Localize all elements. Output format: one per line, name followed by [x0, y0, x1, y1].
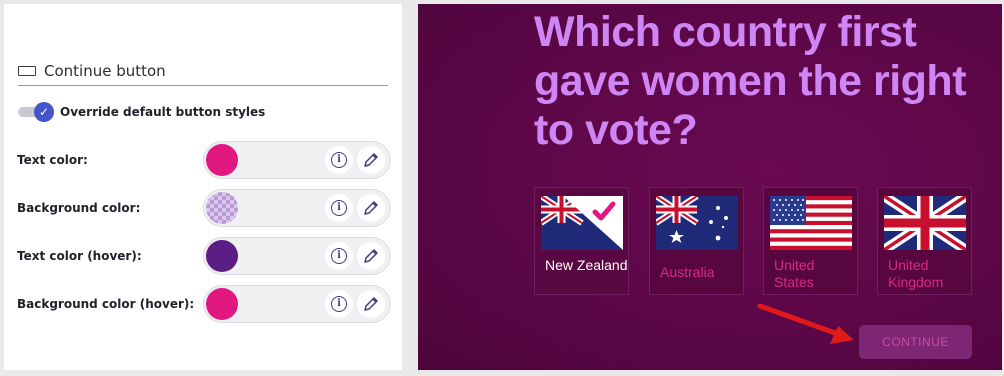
quiz-preview: Which country first gave women the right… [418, 4, 1002, 370]
background-color-hover-edit-button[interactable] [357, 290, 385, 318]
background-color-picker: i [203, 189, 391, 227]
united-kingdom-flag [884, 196, 966, 250]
app-root: Continue button ✓ Override default butto… [0, 0, 1004, 376]
text-color-hover-picker: i [203, 237, 391, 275]
info-icon: i [331, 200, 347, 216]
text-color-info-button[interactable]: i [325, 146, 353, 174]
text-color-hover-edit-button[interactable] [357, 242, 385, 270]
override-toggle[interactable]: ✓ [18, 102, 54, 122]
check-icon: ✓ [34, 102, 54, 122]
option-united-states[interactable]: United States [763, 187, 858, 295]
override-label: Override default button styles [60, 105, 266, 119]
check-icon [592, 201, 616, 221]
background-color-hover-swatch[interactable] [206, 288, 238, 320]
background-color-info-button[interactable]: i [325, 194, 353, 222]
background-color-hover-label: Background color (hover): [17, 297, 195, 311]
background-color-label: Background color: [17, 201, 141, 215]
settings-panel: Continue button ✓ Override default butto… [4, 4, 402, 370]
text-color-label: Text color: [17, 153, 88, 167]
background-color-swatch[interactable] [206, 192, 238, 224]
australia-flag [656, 196, 738, 250]
info-icon: i [331, 248, 347, 264]
section-header: Continue button [18, 56, 388, 86]
continue-button[interactable]: CONTINUE [859, 325, 972, 359]
text-color-hover-swatch[interactable] [206, 240, 238, 272]
option-label: Australia [660, 264, 715, 280]
override-toggle-row: ✓ Override default button styles [18, 102, 265, 122]
option-united-kingdom[interactable]: United Kingdom [877, 187, 972, 295]
question-text: Which country first gave women the right… [534, 8, 967, 154]
text-color-row: Text color: i [17, 141, 391, 179]
text-color-hover-info-button[interactable]: i [325, 242, 353, 270]
info-icon: i [331, 152, 347, 168]
united-states-flag [770, 196, 852, 250]
section-title: Continue button [44, 61, 166, 80]
pencil-icon [364, 201, 378, 215]
background-color-hover-picker: i [203, 285, 391, 323]
option-label: New Zealand [545, 257, 628, 273]
text-color-swatch[interactable] [206, 144, 238, 176]
background-color-hover-info-button[interactable]: i [325, 290, 353, 318]
option-label: United Kingdom [888, 257, 944, 290]
button-icon [18, 65, 36, 76]
pencil-icon [364, 153, 378, 167]
background-color-edit-button[interactable] [357, 194, 385, 222]
background-color-hover-row: Background color (hover): i [17, 285, 391, 323]
text-color-hover-label: Text color (hover): [17, 249, 142, 263]
text-color-picker: i [203, 141, 391, 179]
text-color-edit-button[interactable] [357, 146, 385, 174]
text-color-hover-row: Text color (hover): i [17, 237, 391, 275]
annotation-arrow [757, 303, 854, 344]
option-australia[interactable]: Australia [649, 187, 744, 295]
new-zealand-flag [541, 196, 623, 250]
pencil-icon [364, 249, 378, 263]
info-icon: i [331, 296, 347, 312]
panel-divider [402, 0, 418, 376]
background-color-row: Background color: i [17, 189, 391, 227]
pencil-icon [364, 297, 378, 311]
option-label: United States [774, 257, 815, 290]
option-new-zealand[interactable]: New Zealand [534, 187, 629, 295]
